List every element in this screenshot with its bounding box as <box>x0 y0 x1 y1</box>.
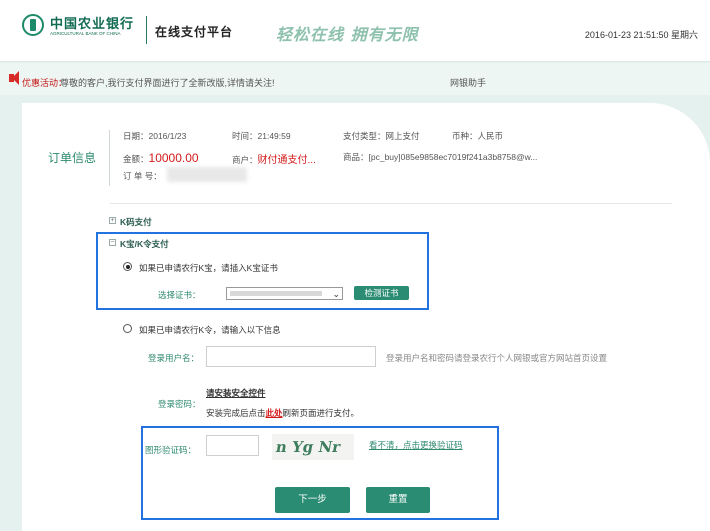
header-divider <box>146 16 147 44</box>
abc-logo-icon <box>22 14 44 36</box>
platform-title: 在线支付平台 <box>155 25 234 39</box>
merchant-label: 商户： <box>232 155 258 165</box>
order-goods: 商品：[pc_buy]085e9858ec7019f241a3b8758@w..… <box>343 152 538 162</box>
section-divider <box>110 203 672 204</box>
order-divider <box>109 130 110 186</box>
notice-text[interactable]: 尊敬的客户,我行支付界面进行了全新改版,详情请关注! <box>60 76 275 89</box>
install-instruction: 安装完成后点击此处刷新页面进行支付。 <box>206 407 359 419</box>
slogan: 轻松在线 拥有无限 <box>276 25 419 44</box>
expand-icon[interactable]: + <box>109 217 116 224</box>
username-label: 登录用户名： <box>148 353 200 363</box>
order-amount: 金额：10000.00 <box>123 151 199 165</box>
speaker-icon <box>9 71 19 85</box>
amount-label: 金额： <box>123 154 149 164</box>
install-control-link[interactable]: 请安装安全控件 <box>206 387 266 399</box>
order-currency: 币种：人民币 <box>452 131 504 141</box>
install-after: 刷新页面进行支付。 <box>282 408 360 418</box>
merchant-value: 财付通支付... <box>257 155 316 166</box>
kling-radio[interactable] <box>123 324 132 333</box>
notice-bar: 优惠活动： 尊敬的客户,我行支付界面进行了全新改版,详情请关注! 网银助手 <box>0 63 710 95</box>
order-number-redacted <box>167 167 247 182</box>
header-datetime: 2016-01-23 21:51:50 星期六 <box>584 30 698 40</box>
header: 中国农业银行 AGRICULTURAL BANK OF CHINA 在线支付平台… <box>0 0 710 62</box>
kling-option-label: 如果已申请农行K令，请输入以下信息 <box>139 325 281 335</box>
ebank-helper-link[interactable]: 网银助手 <box>450 76 486 89</box>
order-number-label: 订 单 号： <box>123 171 162 181</box>
username-hint: 登录用户名和密码请登录农行个人网银或官方网站首页设置 <box>386 353 608 363</box>
install-before: 安装完成后点击 <box>206 408 266 418</box>
order-info-title: 订单信息 <box>48 151 97 165</box>
order-merchant: 商户：财付通支付... <box>232 151 316 166</box>
order-pay-type: 支付类型：网上支付 <box>343 131 420 141</box>
bank-name-en: AGRICULTURAL BANK OF CHINA <box>50 31 121 36</box>
order-time: 时间：21:49:59 <box>232 131 291 141</box>
captcha-highlight-box <box>141 426 499 520</box>
bank-name-cn: 中国农业银行 <box>50 17 135 32</box>
amount-value: 10000.00 <box>148 151 199 165</box>
refresh-here-link[interactable]: 此处 <box>266 408 283 418</box>
username-input[interactable] <box>206 346 376 367</box>
order-date: 日期：2016/1/23 <box>123 131 187 141</box>
kbao-highlight-box <box>96 232 429 310</box>
kcode-pay-title[interactable]: K码支付 <box>120 216 152 228</box>
password-label: 登录密码： <box>158 399 201 409</box>
